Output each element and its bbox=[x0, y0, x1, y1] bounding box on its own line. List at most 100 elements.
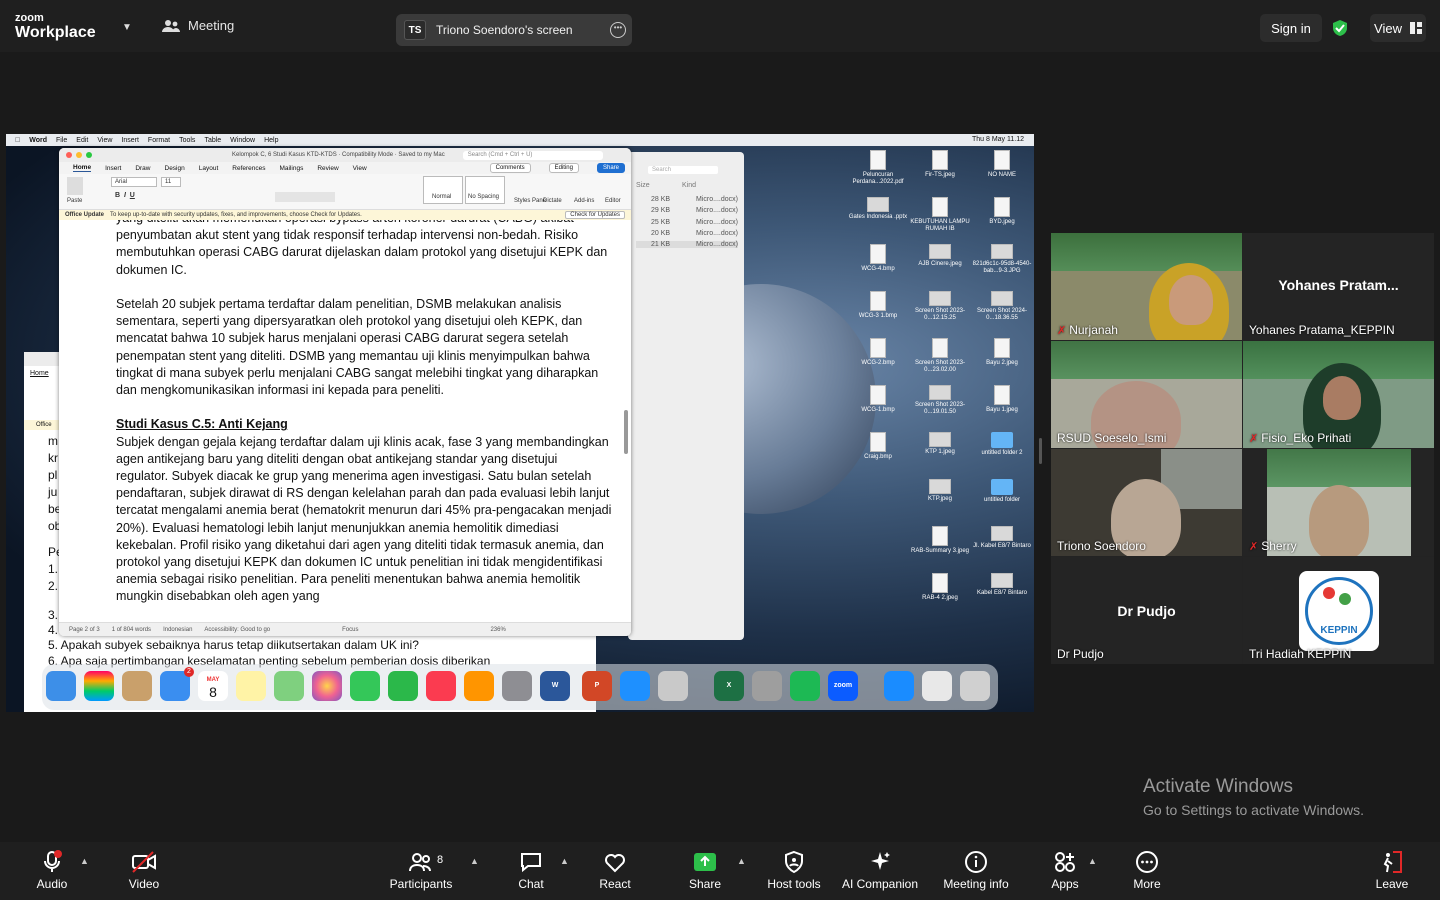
minimize-window-icon[interactable] bbox=[76, 152, 82, 158]
participant-tile[interactable]: Yohanes Pratam... Yohanes Pratama_KEPPIN bbox=[1243, 233, 1434, 340]
finder-window[interactable]: Search Size Kind 28 KB Micro....docx) 29 … bbox=[628, 152, 744, 640]
comments-button[interactable]: Comments bbox=[489, 163, 531, 173]
finder-row[interactable]: 20 KB Micro....docx) bbox=[636, 230, 738, 237]
desktop-file-icon[interactable]: Bayu 1.jpeg bbox=[972, 385, 1032, 414]
tab-home[interactable]: Home bbox=[73, 164, 92, 172]
document-body[interactable]: yang diteliti akan memerlukan operasi by… bbox=[59, 220, 631, 614]
menu-edit[interactable]: Edit bbox=[76, 137, 88, 144]
calendar-icon[interactable]: MAY 8 bbox=[198, 671, 228, 701]
desktop-file-icon[interactable]: untitled folder 2 bbox=[972, 432, 1032, 457]
font-size-select[interactable]: 11 bbox=[161, 177, 181, 187]
tab-layout[interactable]: Layout bbox=[199, 165, 219, 172]
document-scrollbar[interactable] bbox=[624, 410, 628, 454]
finder-row[interactable]: 29 KB Micro....docx) bbox=[636, 207, 738, 214]
add-ins-button[interactable]: Add-ins bbox=[574, 198, 594, 204]
desktop-file-icon[interactable]: Kabel E8/7 Bintaro bbox=[972, 573, 1032, 597]
meeting-button[interactable]: Meeting bbox=[162, 18, 234, 33]
participants-options-chevron-icon[interactable]: ▲ bbox=[470, 856, 479, 866]
desktop-file-icon[interactable]: RAB-Summary 3.jpeg bbox=[910, 526, 970, 555]
desktop-file-icon[interactable]: KEBUTUHAN LAMPU RUMAH IB bbox=[910, 197, 970, 233]
desktop-file-icon[interactable]: Gates Indonesia .pptx bbox=[848, 197, 908, 221]
participants-button[interactable]: Participants bbox=[388, 850, 454, 898]
share-screen-button[interactable]: Share bbox=[686, 850, 724, 898]
safari-icon[interactable] bbox=[620, 671, 650, 701]
editing-button[interactable]: Editing bbox=[548, 163, 579, 173]
audio-button[interactable]: Audio bbox=[30, 850, 74, 898]
chat-button[interactable]: Chat bbox=[512, 850, 550, 898]
leave-button[interactable]: Leave bbox=[1374, 850, 1410, 898]
ai-companion-button[interactable]: AI Companion bbox=[840, 850, 920, 898]
desktop-file-icon[interactable]: Screen Shot 2023-0...23.02.00 bbox=[910, 338, 970, 374]
tab-review[interactable]: Review bbox=[317, 165, 338, 172]
tab-draw[interactable]: Draw bbox=[135, 165, 150, 172]
app-store-icon[interactable] bbox=[884, 671, 914, 701]
shared-screen[interactable]:  Word File Edit View Insert Format Tool… bbox=[6, 134, 1034, 712]
desktop-file-icon[interactable]: Jl. Kabel E8/7 Bintaro bbox=[972, 526, 1032, 550]
desktop-file-icon[interactable]: Fir-TS.jpeg bbox=[910, 150, 970, 179]
desktop-file-icon[interactable]: untitled folder bbox=[972, 479, 1032, 504]
participant-tile[interactable]: ✗ Nurjanah bbox=[1051, 233, 1242, 340]
close-window-icon[interactable] bbox=[66, 152, 72, 158]
host-tools-button[interactable]: Host tools bbox=[764, 850, 824, 898]
desktop-file-icon[interactable]: BYD.jpeg bbox=[972, 197, 1032, 226]
participant-tile-active-speaker[interactable]: Triono Soendoro bbox=[1051, 449, 1242, 556]
preview-icon[interactable] bbox=[658, 671, 688, 701]
menu-insert[interactable]: Insert bbox=[121, 137, 139, 144]
check-for-updates-button[interactable]: Check for Updates bbox=[565, 211, 625, 219]
background-home-tab[interactable]: Home bbox=[30, 370, 49, 377]
more-options-icon[interactable]: ••• bbox=[610, 22, 626, 38]
menu-format[interactable]: Format bbox=[148, 137, 170, 144]
share-options-chevron-icon[interactable]: ▲ bbox=[737, 856, 746, 866]
desktop-file-icon[interactable]: KTP 1.jpeg bbox=[910, 432, 970, 456]
tab-design[interactable]: Design bbox=[165, 165, 185, 172]
desktop-file-icon[interactable]: KTP.jpeg bbox=[910, 479, 970, 503]
messages-icon[interactable] bbox=[350, 671, 380, 701]
desktop-file-icon[interactable]: Craig.bmp bbox=[848, 432, 908, 461]
tab-mailings[interactable]: Mailings bbox=[280, 165, 304, 172]
desktop-file-icon[interactable]: WCG-3 1.bmp bbox=[848, 291, 908, 320]
participant-tile[interactable]: ✗ Sherry bbox=[1243, 449, 1434, 556]
music-icon[interactable] bbox=[426, 671, 456, 701]
react-button[interactable]: React bbox=[596, 850, 634, 898]
menu-tools[interactable]: Tools bbox=[179, 137, 195, 144]
books-icon[interactable] bbox=[464, 671, 494, 701]
styles-pane-button[interactable]: Styles Pane bbox=[514, 198, 546, 204]
launchpad-icon[interactable] bbox=[84, 671, 114, 701]
maps-icon[interactable] bbox=[274, 671, 304, 701]
excel-icon[interactable]: X bbox=[714, 671, 744, 701]
chat-options-chevron-icon[interactable]: ▲ bbox=[560, 856, 569, 866]
menu-table[interactable]: Table bbox=[204, 137, 221, 144]
finder-row[interactable]: 21 KB Micro....docx) bbox=[636, 241, 738, 248]
finder-row[interactable]: 28 KB Micro....docx) bbox=[636, 196, 738, 203]
audio-options-chevron-icon[interactable]: ▲ bbox=[80, 856, 89, 866]
view-button[interactable]: View bbox=[1370, 14, 1426, 42]
notes-icon[interactable] bbox=[236, 671, 266, 701]
meeting-info-button[interactable]: Meeting info bbox=[940, 850, 1012, 898]
tab-references[interactable]: References bbox=[232, 165, 265, 172]
shared-screen-indicator[interactable]: TS Triono Soendoro's screen ••• bbox=[396, 14, 632, 46]
zoom-workplace-logo[interactable]: zoom Workplace bbox=[15, 13, 96, 41]
participant-tile[interactable]: ✗ Fisio_Eko Prihati bbox=[1243, 341, 1434, 448]
bold-button[interactable]: B I U bbox=[115, 192, 135, 199]
desktop-file-icon[interactable]: WCG-2.bmp bbox=[848, 338, 908, 367]
participant-tile[interactable]: Dr Pudjo Dr Pudjo bbox=[1051, 557, 1242, 664]
zoom-app-icon[interactable]: zoom bbox=[828, 671, 858, 701]
security-shield-icon[interactable] bbox=[1331, 19, 1349, 37]
tab-view[interactable]: View bbox=[353, 165, 367, 172]
desktop-file-icon[interactable]: AJB Cinere.jpeg bbox=[910, 244, 970, 268]
spotify-icon[interactable] bbox=[790, 671, 820, 701]
menu-file[interactable]: File bbox=[56, 137, 67, 144]
menu-view[interactable]: View bbox=[97, 137, 112, 144]
desktop-file-icon[interactable]: Bayu 2.jpeg bbox=[972, 338, 1032, 367]
word-search-input[interactable]: Search (Cmd + Ctrl + U) bbox=[462, 150, 603, 160]
settings-icon[interactable] bbox=[502, 671, 532, 701]
documents-icon[interactable] bbox=[922, 671, 952, 701]
dictate-button[interactable]: Dictate bbox=[543, 198, 562, 204]
alignment-buttons[interactable] bbox=[275, 192, 335, 202]
desktop-file-icon[interactable]: WCG-1.bmp bbox=[848, 385, 908, 414]
focus-button[interactable]: Focus bbox=[342, 627, 358, 633]
desktop-file-icon[interactable]: WCG-4.bmp bbox=[848, 244, 908, 273]
desktop-file-icon[interactable]: Peluncuran Perdana...2022.pdf bbox=[848, 150, 908, 186]
desktop-file-icon[interactable]: 821d6c1c-95d8-4540-bab...9-3.JPG bbox=[972, 244, 1032, 275]
desktop-file-icon[interactable]: Screen Shot 2023-0...12.15.25 bbox=[910, 291, 970, 322]
